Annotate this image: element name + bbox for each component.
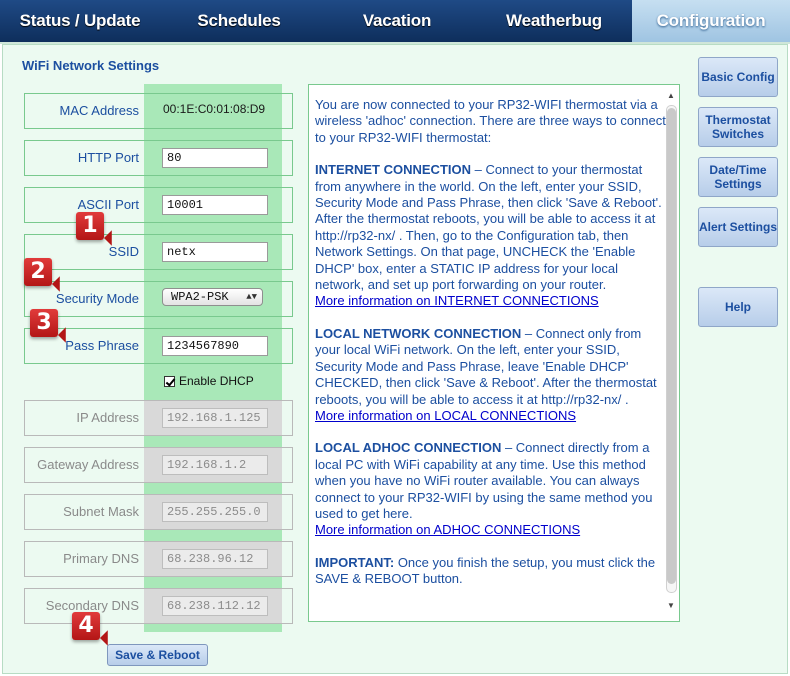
tab-schedules[interactable]: Schedules	[160, 0, 318, 42]
info-internet: INTERNET CONNECTION – Connect to your th…	[315, 162, 667, 310]
info-text: You are now connected to your RP32-WIFI …	[315, 97, 667, 604]
local-heading: LOCAL NETWORK CONNECTION	[315, 325, 522, 341]
adhoc-info-link[interactable]: More information on ADHOC CONNECTIONS	[315, 522, 580, 537]
select-arrows-icon: ▲▼	[246, 292, 257, 302]
mac-address-label: MAC Address	[59, 103, 139, 118]
important-heading: IMPORTANT:	[315, 554, 395, 570]
save-reboot-button[interactable]: Save & Reboot	[107, 644, 208, 666]
ascii-port-input[interactable]	[162, 195, 268, 215]
tab-vacation[interactable]: Vacation	[318, 0, 476, 42]
internet-info-link[interactable]: More information on INTERNET CONNECTIONS	[315, 293, 599, 308]
internet-heading: INTERNET CONNECTION	[315, 162, 471, 178]
enable-dhcp-label: Enable DHCP	[179, 374, 254, 388]
primary-dns-label: Primary DNS	[63, 551, 139, 566]
http-port-label: HTTP Port	[77, 150, 139, 165]
ip-address-input[interactable]	[162, 408, 268, 428]
local-info-link[interactable]: More information on LOCAL CONNECTIONS	[315, 408, 576, 423]
primary-dns-input[interactable]	[162, 549, 268, 569]
pass-phrase-input[interactable]	[162, 336, 268, 356]
gateway-address-label: Gateway Address	[37, 457, 139, 472]
thermostat-switches-button[interactable]: Thermostat Switches	[698, 107, 778, 147]
tab-weatherbug[interactable]: Weatherbug	[476, 0, 632, 42]
tab-status-update[interactable]: Status / Update	[0, 0, 160, 42]
security-mode-select[interactable]: WPA2-PSK ▲▼	[162, 288, 263, 306]
ssid-input[interactable]	[162, 242, 268, 262]
basic-config-button[interactable]: Basic Config	[698, 57, 778, 97]
scroll-down-arrow-icon[interactable]: ▼	[666, 601, 676, 611]
top-nav: Status / Update Schedules Vacation Weath…	[0, 0, 790, 42]
scroll-thumb[interactable]	[667, 108, 676, 584]
mac-address-value: 00:1E:C0:01:08:D9	[163, 102, 266, 116]
alert-settings-button[interactable]: Alert Settings	[698, 207, 778, 247]
adhoc-heading: LOCAL ADHOC CONNECTION	[315, 440, 502, 456]
scroll-up-arrow-icon[interactable]: ▲	[666, 91, 676, 101]
secondary-dns-input[interactable]	[162, 596, 268, 616]
info-adhoc: LOCAL ADHOC CONNECTION – Connect directl…	[315, 440, 667, 538]
info-important: IMPORTANT: Once you finish the setup, yo…	[315, 555, 667, 588]
tab-configuration[interactable]: Configuration	[632, 0, 790, 42]
scroll-track[interactable]	[666, 105, 677, 593]
gateway-address-input[interactable]	[162, 455, 268, 475]
info-intro: You are now connected to your RP32-WIFI …	[315, 97, 666, 145]
http-port-input[interactable]	[162, 148, 268, 168]
enable-dhcp: Enable DHCP	[164, 373, 254, 389]
callout-badge-3: 3	[30, 309, 58, 337]
callout-badge-4: 4	[72, 612, 100, 640]
info-scrollbar[interactable]: ▲ ▼	[665, 91, 677, 610]
subnet-mask-label: Subnet Mask	[63, 504, 139, 519]
section-title: WiFi Network Settings	[22, 58, 160, 73]
info-local: LOCAL NETWORK CONNECTION – Connect only …	[315, 326, 667, 424]
internet-body: – Connect to your thermostat from anywhe…	[315, 162, 662, 293]
subnet-mask-input[interactable]	[162, 502, 268, 522]
date-time-settings-button[interactable]: Date/Time Settings	[698, 157, 778, 197]
ip-address-label: IP Address	[76, 410, 139, 425]
help-button[interactable]: Help	[698, 287, 778, 327]
security-mode-value: WPA2-PSK	[171, 290, 229, 304]
callout-badge-1: 1	[76, 212, 104, 240]
connection-info-box: You are now connected to your RP32-WIFI …	[308, 84, 680, 622]
enable-dhcp-checkbox[interactable]	[164, 375, 175, 387]
callout-badge-2: 2	[24, 258, 52, 286]
